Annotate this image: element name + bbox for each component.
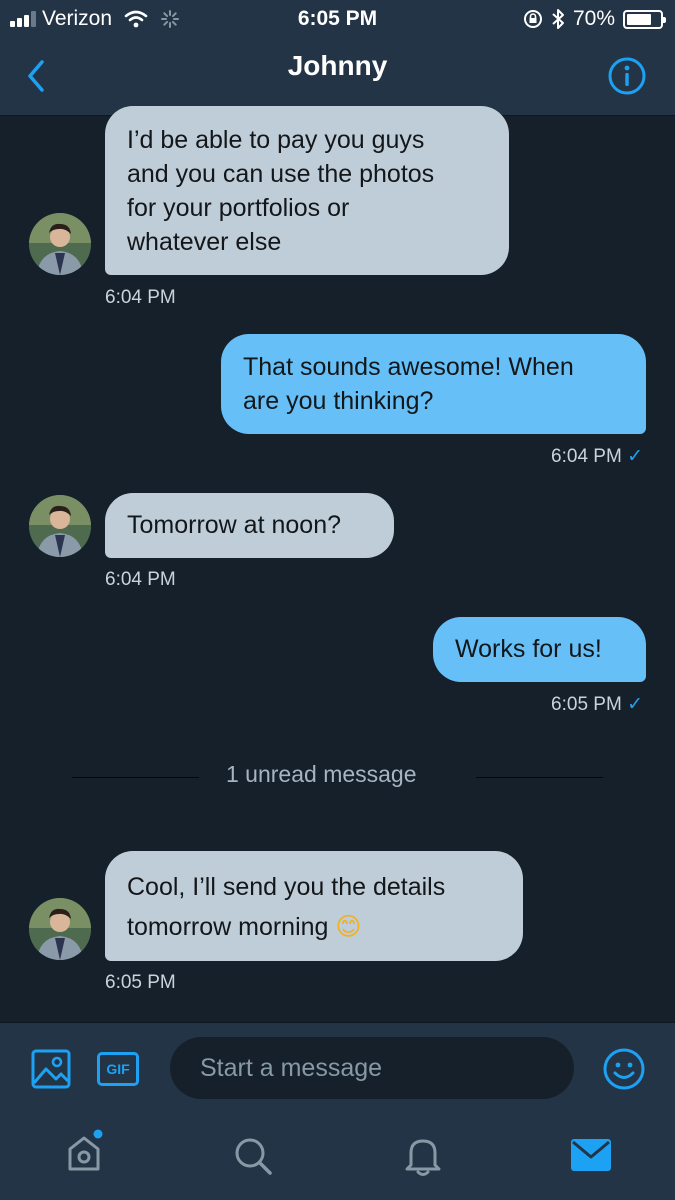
bell-icon[interactable] <box>403 1133 443 1177</box>
message-timestamp: 6:04 PM <box>105 569 176 590</box>
status-bar: Verizon 6:05 PM 70% <box>0 0 675 38</box>
message-line: I’d be able to pay you guys <box>127 126 425 154</box>
message-line: Tomorrow at noon? <box>127 511 342 539</box>
divider-line-right <box>476 777 603 778</box>
message-line: are you thinking? <box>243 387 434 415</box>
avatar[interactable] <box>29 495 91 557</box>
message-line: and you can use the photos <box>127 160 435 188</box>
message-line: Works for us! <box>455 635 602 663</box>
gif-button[interactable]: GIF <box>97 1052 139 1086</box>
message-timestamp: 6:05 PM ✓ <box>551 693 643 716</box>
avatar[interactable] <box>29 213 91 275</box>
message-time: 6:04 PM <box>551 446 622 467</box>
message-input[interactable]: Start a message <box>170 1037 574 1099</box>
battery-icon <box>623 9 666 29</box>
message-timestamp: 6:04 PM <box>105 287 176 308</box>
message-time: 6:05 PM <box>551 694 622 715</box>
emoji-icon[interactable] <box>601 1046 647 1092</box>
read-check-icon: ✓ <box>627 694 643 715</box>
message-bubble-outgoing[interactable]: Works for us! <box>433 617 646 682</box>
battery-percent: 70% <box>572 7 615 30</box>
avatar[interactable] <box>29 898 91 960</box>
conversation-title[interactable]: Johnny <box>0 50 675 82</box>
info-icon[interactable] <box>607 56 647 96</box>
home-icon[interactable] <box>64 1129 108 1175</box>
message-timestamp: 6:05 PM <box>105 972 176 993</box>
profile-photo <box>29 898 91 960</box>
message-timestamp: 6:04 PM ✓ <box>551 445 643 468</box>
message-line: Cool, I’ll send you the details <box>127 873 446 901</box>
message-line-with-emoji: tomorrow morning 😊 <box>127 907 501 947</box>
bluetooth-icon <box>552 9 564 29</box>
top-bar: Verizon 6:05 PM 70% Johnny <box>0 0 675 116</box>
profile-photo <box>29 213 91 275</box>
notification-dot <box>93 1129 103 1139</box>
search-icon[interactable] <box>232 1135 274 1177</box>
smiling-face-emoji: 😊 <box>335 912 362 941</box>
divider-line-left <box>72 777 199 778</box>
unread-divider-label: 1 unread message <box>226 761 417 787</box>
message-bubble-incoming[interactable]: I’d be able to pay you guys and you can … <box>105 106 509 275</box>
message-bubble-incoming[interactable]: Cool, I’ll send you the details tomorrow… <box>105 851 523 961</box>
message-line: That sounds awesome! When <box>243 353 574 381</box>
message-bubble-outgoing[interactable]: That sounds awesome! When are you thinki… <box>221 334 646 434</box>
status-right: 70% <box>523 7 666 31</box>
message-line: for your portfolios or <box>127 194 350 222</box>
message-line: tomorrow morning <box>127 913 329 941</box>
rotation-lock-icon <box>523 10 542 28</box>
message-line: whatever else <box>127 228 282 256</box>
message-bubble-incoming[interactable]: Tomorrow at noon? <box>105 493 394 558</box>
mail-icon[interactable] <box>570 1137 612 1173</box>
read-check-icon: ✓ <box>627 446 643 467</box>
image-icon[interactable] <box>31 1049 71 1089</box>
composer-bar: GIF Start a message <box>0 1022 675 1200</box>
profile-photo <box>29 495 91 557</box>
